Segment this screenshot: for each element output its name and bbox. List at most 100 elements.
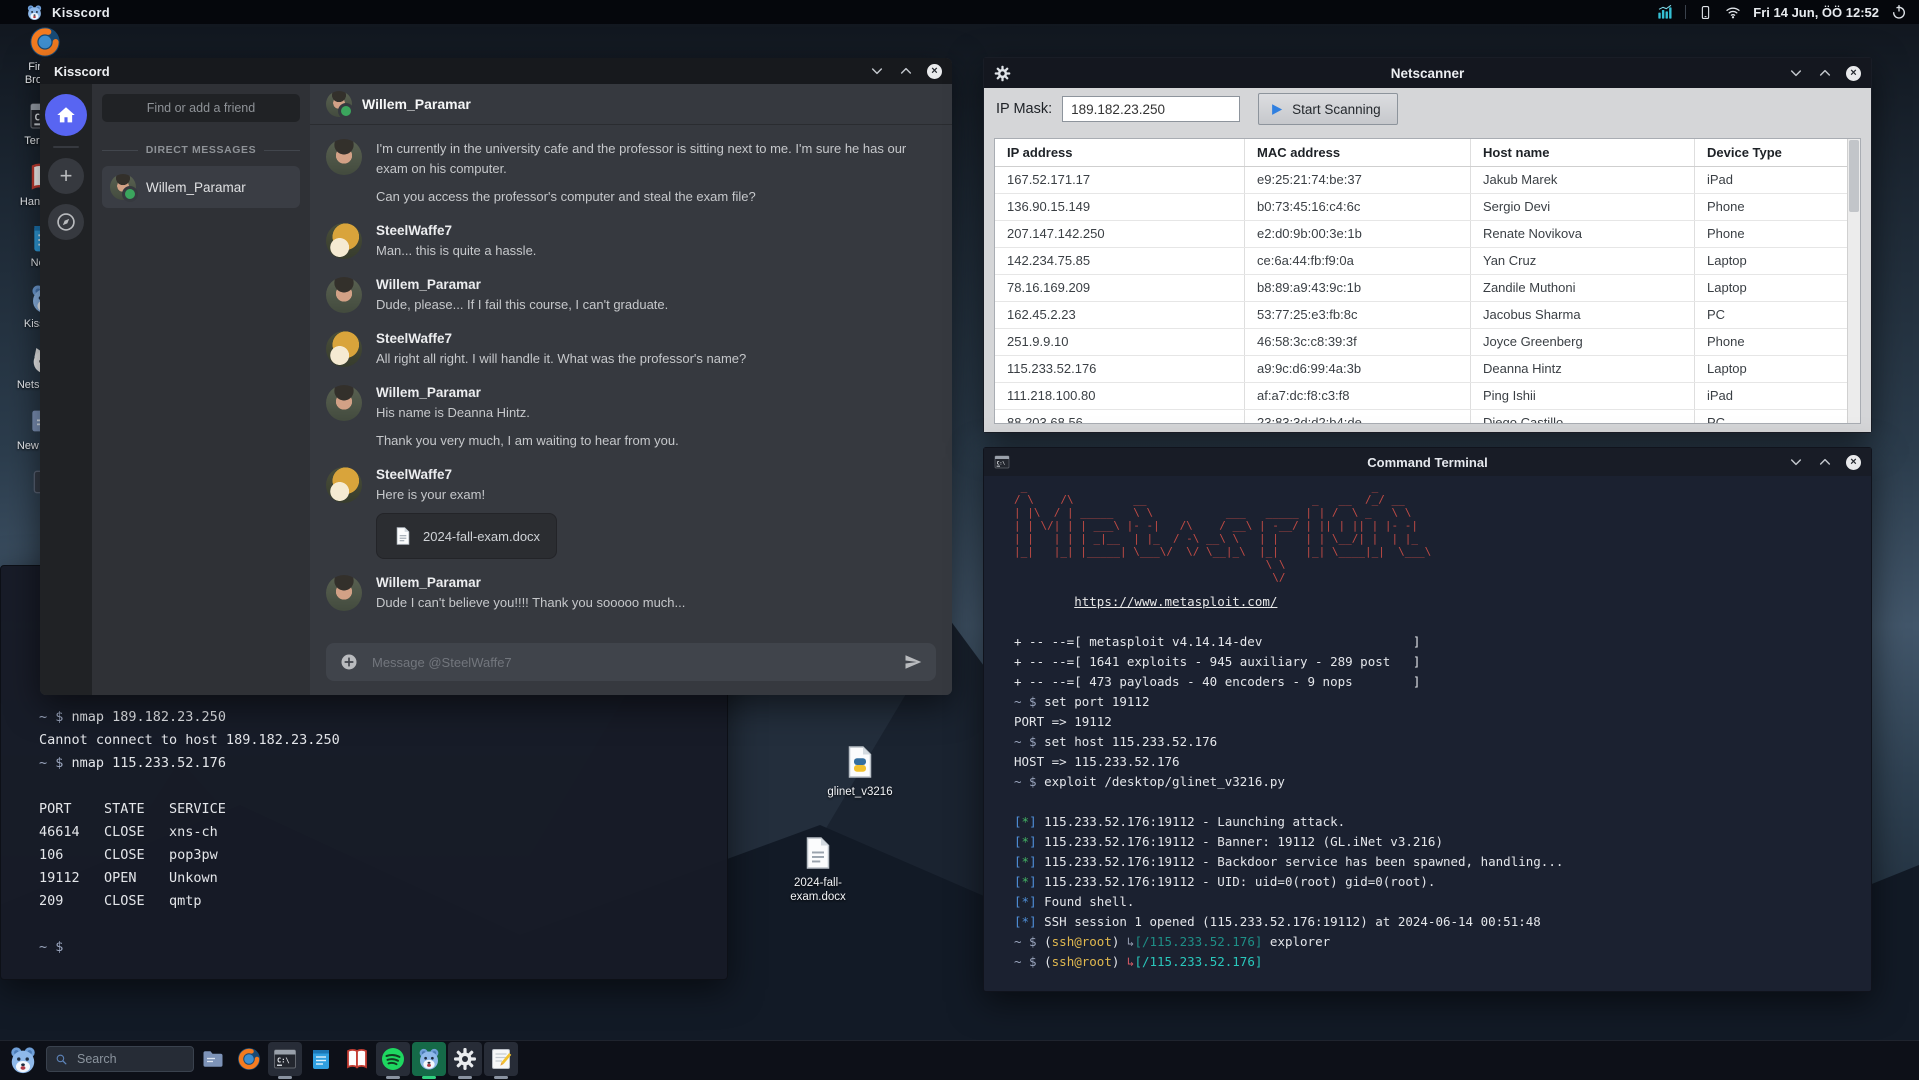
message-author: Willem_Paramar	[376, 385, 481, 400]
close-icon[interactable]: ×	[1846, 454, 1861, 470]
wifi-icon[interactable]	[1725, 4, 1741, 20]
avatar	[326, 331, 362, 367]
close-icon[interactable]: ×	[1846, 65, 1861, 81]
document-icon	[393, 524, 413, 548]
kisscord-app-icon	[26, 4, 43, 21]
table-row[interactable]: 115.233.52.176 a9:9c:d6:99:4a:3b Deanna …	[995, 356, 1848, 383]
taskbar-app-button[interactable]	[484, 1042, 518, 1079]
power-icon[interactable]	[1891, 4, 1907, 20]
start-menu-button[interactable]	[8, 1045, 38, 1075]
message-list[interactable]: I'm currently in the university cafe and…	[310, 125, 952, 629]
avatar	[326, 385, 362, 421]
taskbar-app-icon	[273, 1047, 297, 1071]
search-input[interactable]	[75, 1051, 185, 1067]
cell-mac: e2:d0:9b:00:3e:1b	[1245, 221, 1471, 247]
taskbar-app-button[interactable]	[196, 1042, 230, 1076]
taskbar-app-button[interactable]	[376, 1042, 410, 1079]
ip-mask-input[interactable]	[1062, 96, 1241, 122]
message-text: All right all right. I will handle it. W…	[376, 351, 747, 366]
message-input[interactable]	[370, 653, 892, 671]
taskbar-app-icon	[453, 1047, 477, 1071]
window-title: Kisscord	[54, 63, 110, 79]
scrollbar-thumb[interactable]	[1849, 140, 1859, 212]
dm-list-item[interactable]: Willem_Paramar	[102, 166, 300, 208]
taskbar-app-button[interactable]	[268, 1042, 302, 1079]
table-row[interactable]: 167.52.171.17 e9:25:21:74:be:37 Jakub Ma…	[995, 167, 1848, 194]
send-icon[interactable]	[904, 653, 922, 671]
cell-ip: 251.9.9.10	[995, 329, 1245, 355]
taskbar-search[interactable]	[46, 1046, 194, 1072]
table-row[interactable]: 251.9.9.10 46:58:3c:c8:39:3f Joyce Green…	[995, 329, 1848, 356]
rail-divider	[53, 146, 79, 148]
taskbar-app-button[interactable]	[448, 1042, 482, 1079]
kisscord-titlebar[interactable]: Kisscord ×	[40, 58, 952, 84]
system-tray: Fri 14 Jun, ÖÖ 12:52	[1657, 4, 1907, 20]
message-group: SteelWaffe7 Man... this is quite a hassl…	[326, 223, 932, 261]
cell-ip: 88.203.68.56	[995, 410, 1245, 423]
table-row[interactable]: 111.218.100.80 af:a7:dc:f8:c3:f8 Ping Is…	[995, 383, 1848, 410]
cell-mac: a9:9c:d6:99:4a:3b	[1245, 356, 1471, 382]
avatar	[326, 277, 362, 313]
table-scrollbar[interactable]	[1847, 139, 1860, 423]
cell-ip: 142.234.75.85	[995, 248, 1245, 274]
metasploit-ascii-banner: _ _ / \ /\ __ _ __ /_/ __ | |\ / | _____ \…	[1014, 480, 1432, 584]
desktop-file-exam[interactable]: 2024-fall-exam.docx	[784, 833, 852, 904]
netscanner-titlebar[interactable]: Netscanner ×	[984, 58, 1871, 88]
start-scanning-button[interactable]: Start Scanning	[1258, 93, 1398, 125]
terminal-titlebar[interactable]: Command Terminal ×	[984, 448, 1871, 476]
attachment-card[interactable]: 2024-fall-exam.docx	[376, 513, 558, 559]
close-icon[interactable]: ×	[927, 63, 942, 79]
cell-mac: b0:73:45:16:c4:6c	[1245, 194, 1471, 220]
phone-icon[interactable]	[1698, 5, 1713, 20]
taskbar-app-icon	[417, 1047, 441, 1071]
table-row[interactable]: 136.90.15.149 b0:73:45:16:c4:6c Sergio D…	[995, 194, 1848, 221]
active-app-indicator[interactable]: Kisscord	[26, 4, 110, 21]
taskbar-app-icon	[237, 1047, 261, 1071]
online-status-dot	[338, 103, 354, 119]
message-text: Dude I can't believe you!!!! Thank you s…	[376, 595, 686, 610]
taskbar-app-button[interactable]	[412, 1042, 446, 1079]
minimize-icon[interactable]	[1788, 65, 1804, 81]
table-row[interactable]: 162.45.2.23 53:77:25:e3:fb:8c Jacobus Sh…	[995, 302, 1848, 329]
taskbar-app-icon	[489, 1047, 513, 1071]
find-friend-button[interactable]: Find or add a friend	[102, 94, 300, 122]
maximize-icon[interactable]	[1817, 454, 1833, 470]
maximize-icon[interactable]	[898, 63, 914, 79]
cell-host: Deanna Hintz	[1471, 356, 1695, 382]
active-app-label: Kisscord	[52, 4, 111, 20]
cell-ip: 207.147.142.250	[995, 221, 1245, 247]
taskbar-app-button[interactable]	[340, 1042, 374, 1076]
message-author: SteelWaffe7	[376, 467, 453, 482]
terminal-output[interactable]: https://www.metasploit.com/+ -- --=[ met…	[1014, 592, 1871, 972]
cell-mac: e9:25:21:74:be:37	[1245, 167, 1471, 193]
cell-device: iPad	[1707, 388, 1734, 403]
cell-mac: 46:58:3c:c8:39:3f	[1245, 329, 1471, 355]
table-row[interactable]: 142.234.75.85 ce:6a:44:fb:f9:0a Yan Cruz…	[995, 248, 1848, 275]
play-icon	[1269, 102, 1284, 117]
column-header: MAC address	[1245, 139, 1471, 166]
cell-host: Jakub Marek	[1471, 167, 1695, 193]
ip-mask-label: IP Mask:	[996, 101, 1053, 117]
file-label: 2024-fall-exam.docx	[790, 877, 846, 903]
clock[interactable]: Fri 14 Jun, ÖÖ 12:52	[1753, 5, 1879, 20]
explore-button[interactable]	[48, 204, 84, 240]
activity-chart-icon[interactable]	[1657, 4, 1673, 20]
table-row[interactable]: 88.203.68.56 23:83:3d:d2:b4:de Diego Cas…	[995, 410, 1848, 423]
home-button[interactable]	[45, 94, 87, 136]
desktop-file-glinet[interactable]: glinet_v3216	[826, 742, 894, 799]
add-server-button[interactable]: +	[48, 158, 84, 194]
cell-host: Joyce Greenberg	[1471, 329, 1695, 355]
cell-ip: 136.90.15.149	[995, 194, 1245, 220]
taskbar-app-button[interactable]	[232, 1042, 266, 1076]
table-row[interactable]: 207.147.142.250 e2:d0:9b:00:3e:1b Renate…	[995, 221, 1848, 248]
cell-device: iPad	[1707, 172, 1734, 187]
minimize-icon[interactable]	[1788, 454, 1804, 470]
table-row[interactable]: 78.16.169.209 b8:89:a9:43:9c:1b Zandile …	[995, 275, 1848, 302]
plus-circle-icon[interactable]	[340, 653, 358, 671]
cell-mac: 23:83:3d:d2:b4:de	[1245, 410, 1471, 423]
maximize-icon[interactable]	[1817, 65, 1833, 81]
minimize-icon[interactable]	[869, 63, 885, 79]
dm-section-header: DIRECT MESSAGES	[102, 144, 301, 156]
netscanner-window: Netscanner × IP Mask: Start Scanning IP …	[983, 57, 1872, 433]
taskbar-app-button[interactable]	[304, 1042, 338, 1076]
